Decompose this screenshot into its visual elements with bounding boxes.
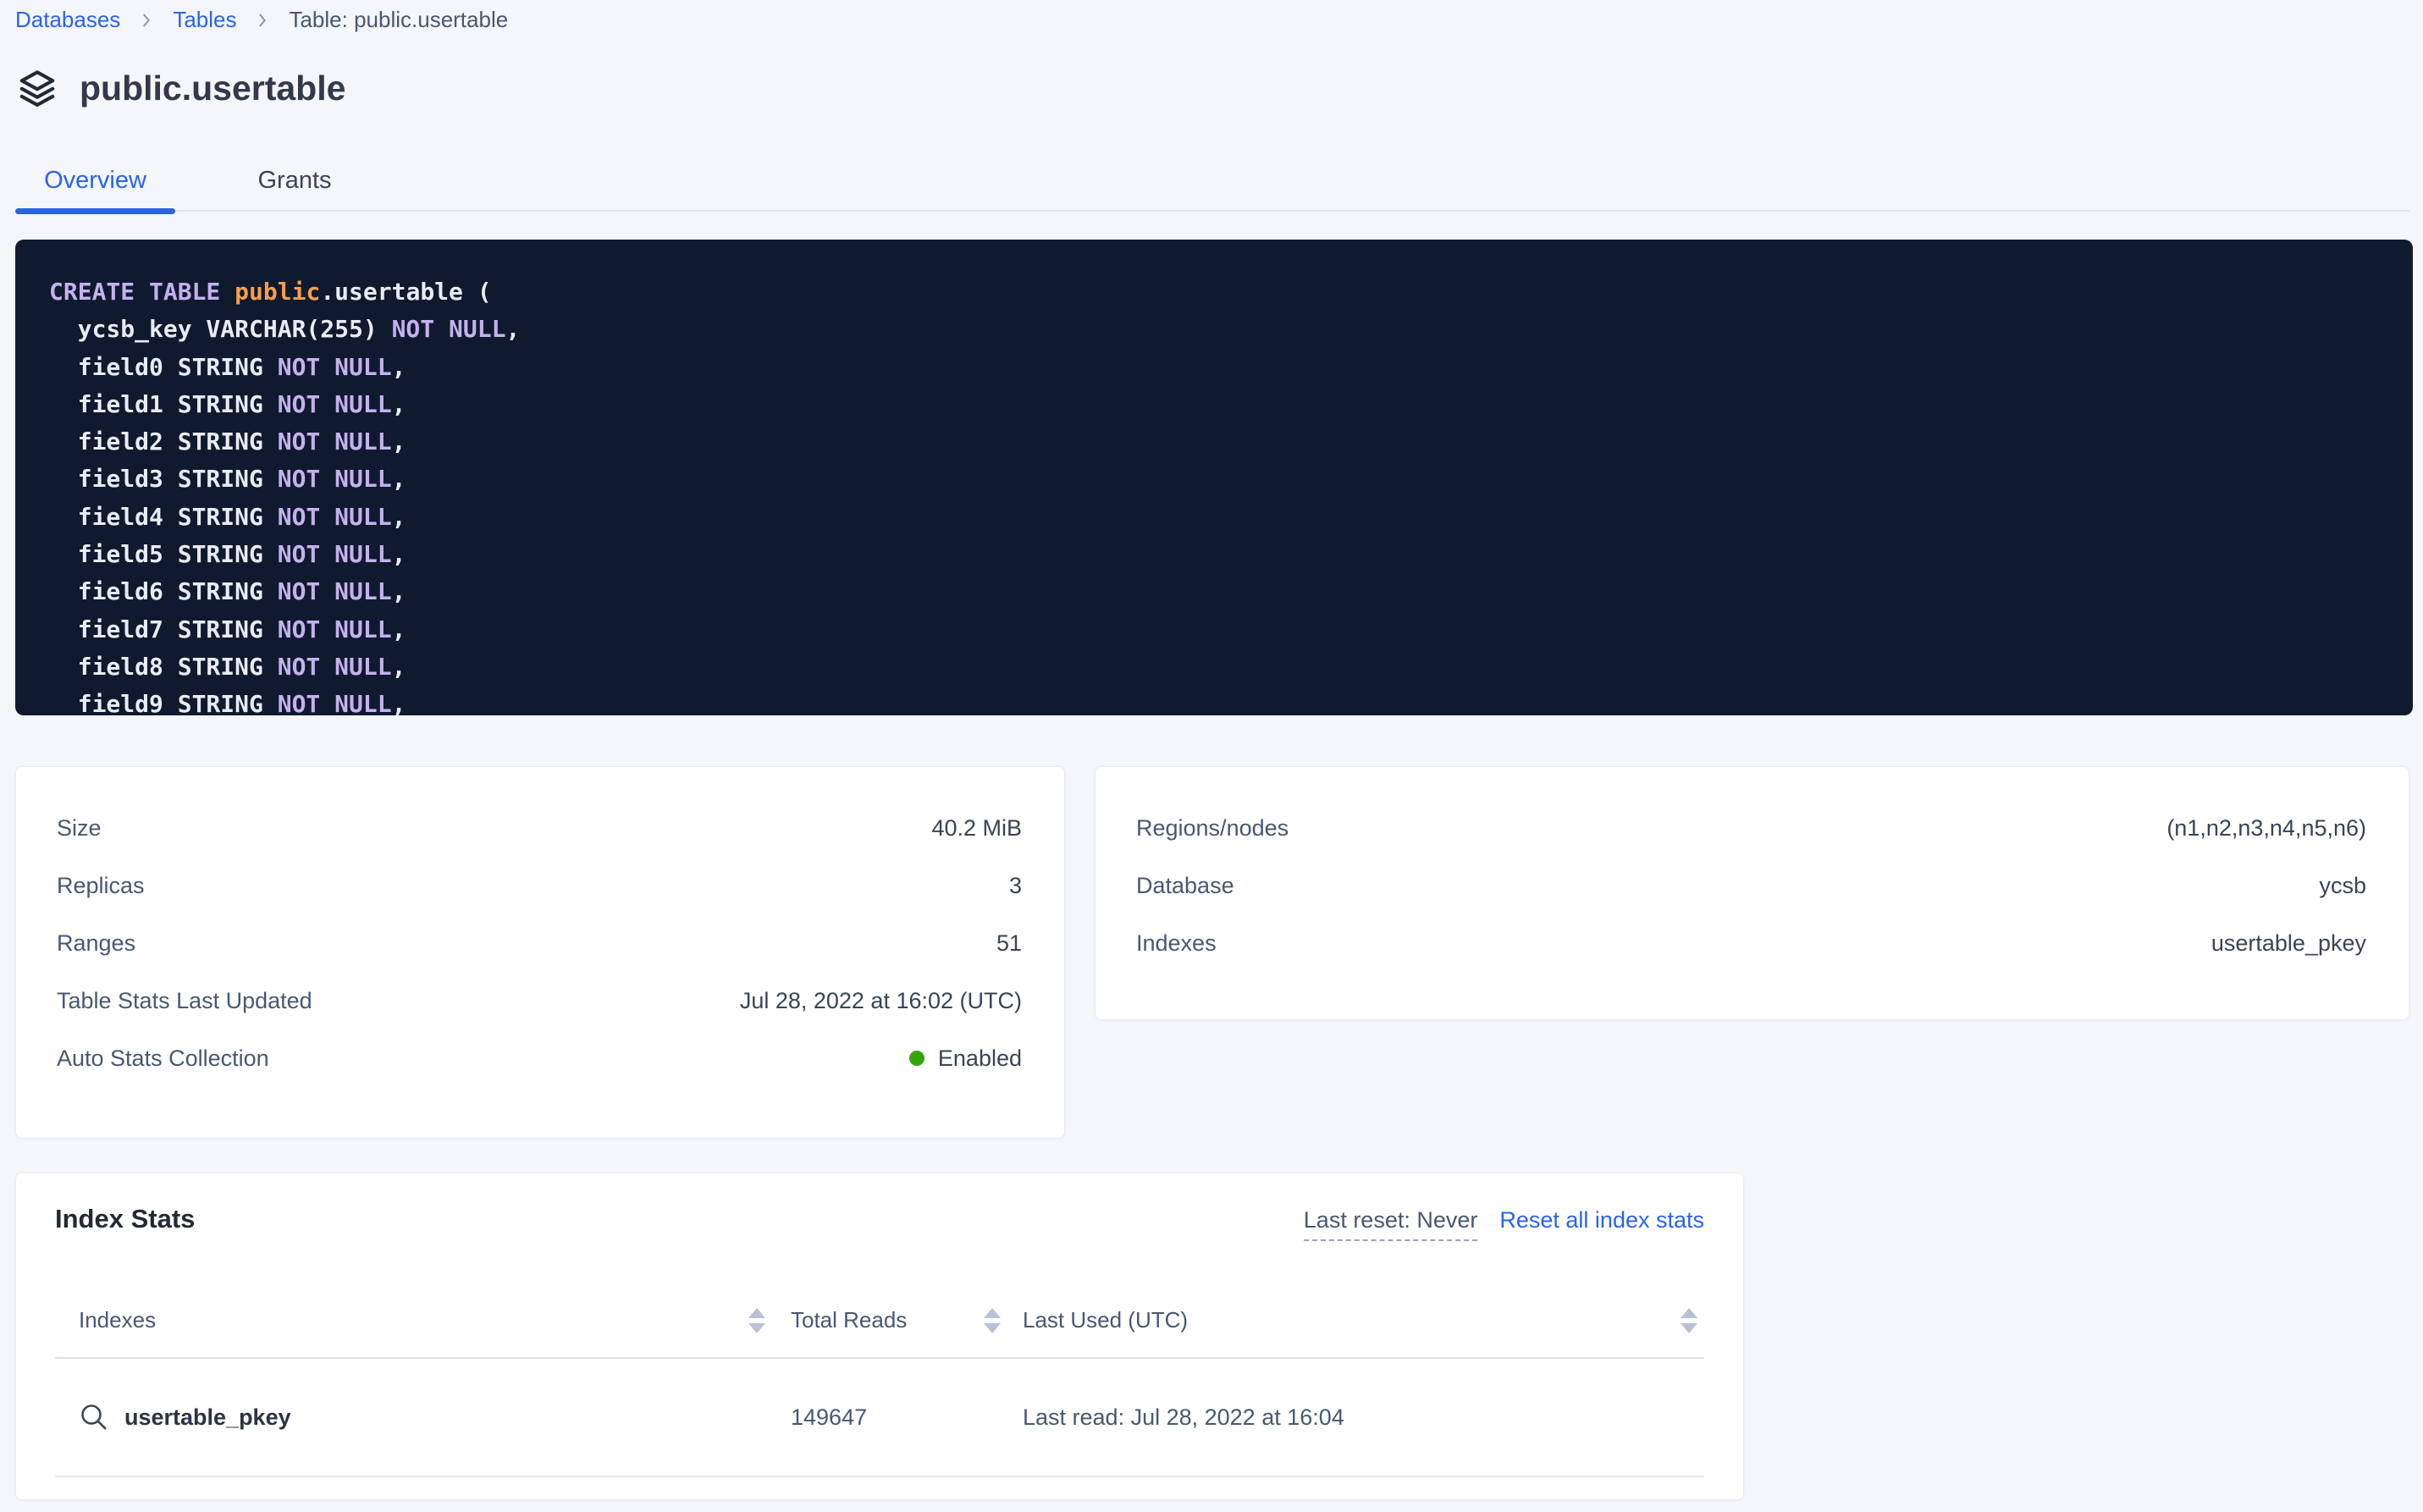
column-header-indexes[interactable]: Indexes: [55, 1307, 791, 1333]
index-table-header: Indexes Total Reads Last Used (UTC): [55, 1283, 1704, 1359]
detail-row-size: Size 40.2 MiB: [57, 799, 1022, 857]
layers-stack-icon: [15, 66, 59, 110]
sql-line: field3 STRING NOT NULL,: [49, 461, 2413, 498]
sql-line: field4 STRING NOT NULL,: [49, 499, 2413, 536]
detail-label: Database: [1136, 873, 1234, 899]
sort-arrows-icon[interactable]: [748, 1308, 765, 1333]
chevron-right-icon: [253, 11, 272, 30]
detail-value: usertable_pkey: [2211, 930, 2366, 957]
tab-grants[interactable]: Grants: [218, 152, 371, 208]
detail-row-indexes: Indexes usertable_pkey: [1136, 914, 2366, 972]
detail-value: Jul 28, 2022 at 16:02 (UTC): [740, 988, 1022, 1014]
magnifier-icon: [79, 1402, 109, 1432]
detail-label: Replicas: [57, 873, 145, 899]
detail-label: Table Stats Last Updated: [57, 988, 312, 1014]
column-label: Indexes: [79, 1307, 156, 1333]
detail-value: 3: [1009, 873, 1022, 899]
detail-row-auto-stats: Auto Stats Collection Enabled: [57, 1029, 1022, 1087]
breadcrumb-tables[interactable]: Tables: [173, 7, 236, 33]
detail-row-ranges: Ranges 51: [57, 914, 1022, 972]
sql-line: field2 STRING NOT NULL,: [49, 423, 2413, 461]
breadcrumb-databases[interactable]: Databases: [15, 7, 120, 33]
reset-all-index-stats-link[interactable]: Reset all index stats: [1499, 1207, 1704, 1233]
active-tab-indicator: [15, 208, 175, 214]
detail-value: ycsb: [2319, 873, 2366, 899]
detail-label: Ranges: [57, 930, 135, 957]
tab-bar-divider: [15, 210, 2409, 212]
sql-line: field6 STRING NOT NULL,: [49, 573, 2413, 610]
page-title: public.usertable: [80, 69, 345, 108]
index-last-used: Last read: Jul 28, 2022 at 16:04: [1023, 1404, 1704, 1431]
detail-label: Auto Stats Collection: [57, 1046, 269, 1072]
sql-line: ycsb_key VARCHAR(255) NOT NULL,: [49, 311, 2413, 348]
sql-line: field9 STRING NOT NULL,: [49, 686, 2413, 715]
index-name: usertable_pkey: [124, 1404, 291, 1431]
column-header-total-reads[interactable]: Total Reads: [791, 1307, 1023, 1333]
sql-line: field5 STRING NOT NULL,: [49, 536, 2413, 573]
detail-row-regions: Regions/nodes (n1,n2,n3,n4,n5,n6): [1136, 799, 2366, 857]
column-label: Last Used (UTC): [1023, 1307, 1188, 1333]
detail-label: Size: [57, 815, 102, 842]
detail-value: 51: [996, 930, 1022, 957]
green-status-dot: [909, 1051, 924, 1066]
detail-value: Enabled: [909, 1046, 1022, 1072]
sql-line: CREATE TABLE public.usertable (: [49, 273, 2413, 311]
sort-arrows-icon[interactable]: [984, 1308, 1001, 1333]
detail-row-stats-updated: Table Stats Last Updated Jul 28, 2022 at…: [57, 972, 1022, 1029]
table-meta-card: Regions/nodes (n1,n2,n3,n4,n5,n6) Databa…: [1095, 766, 2409, 1020]
index-table-row: usertable_pkey 149647 Last read: Jul 28,…: [55, 1359, 1704, 1477]
tab-overview[interactable]: Overview: [15, 152, 175, 208]
detail-row-database: Database ycsb: [1136, 857, 2366, 914]
sql-line: field7 STRING NOT NULL,: [49, 611, 2413, 648]
detail-value: (n1,n2,n3,n4,n5,n6): [2166, 815, 2366, 842]
index-total-reads: 149647: [791, 1404, 1023, 1431]
sort-arrows-icon[interactable]: [1681, 1308, 1697, 1333]
breadcrumb: Databases Tables Table: public.usertable: [15, 7, 508, 33]
status-text: Enabled: [938, 1046, 1022, 1072]
tab-bar: Overview Grants: [0, 152, 2423, 212]
index-stats-title: Index Stats: [55, 1204, 195, 1234]
table-details-card: Size 40.2 MiB Replicas 3 Ranges 51 Table…: [15, 766, 1065, 1139]
column-header-last-used[interactable]: Last Used (UTC): [1023, 1307, 1704, 1333]
detail-row-replicas: Replicas 3: [57, 857, 1022, 914]
last-reset-tooltip[interactable]: Last reset: Never: [1304, 1207, 1478, 1241]
sql-line: field1 STRING NOT NULL,: [49, 386, 2413, 423]
sql-line: field0 STRING NOT NULL,: [49, 349, 2413, 386]
detail-label: Regions/nodes: [1136, 815, 1289, 842]
detail-value: 40.2 MiB: [931, 815, 1022, 842]
page-header: public.usertable: [15, 66, 345, 110]
sql-line: field8 STRING NOT NULL,: [49, 648, 2413, 686]
index-stats-card: Index Stats Last reset: Never Reset all …: [15, 1173, 1744, 1500]
column-label: Total Reads: [791, 1307, 907, 1333]
create-table-sql-block: CREATE TABLE public.usertable ( ycsb_key…: [15, 240, 2413, 715]
breadcrumb-current: Table: public.usertable: [289, 7, 508, 33]
detail-label: Indexes: [1136, 930, 1217, 957]
chevron-right-icon: [137, 11, 156, 30]
